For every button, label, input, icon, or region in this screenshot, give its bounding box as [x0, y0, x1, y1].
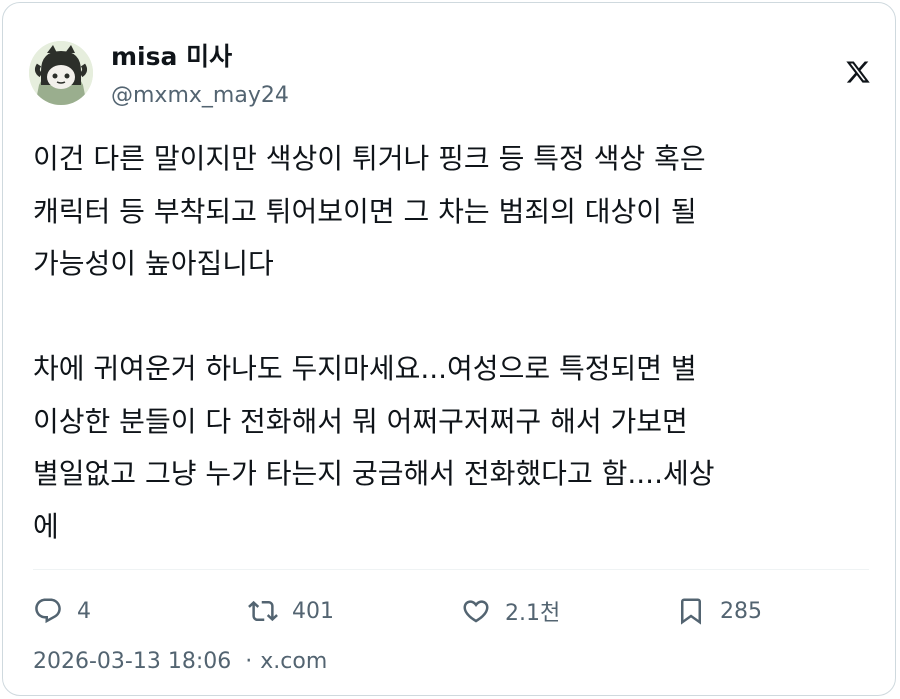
tweet-line: 차에 귀여운거 하나도 두지마세요...여성으로 특정되면 별 — [33, 352, 697, 385]
bookmark-button[interactable]: 285 — [676, 591, 762, 631]
tweet-paragraph: 이건 다른 말이지만 색상이 튀거나 핑크 등 특정 색상 혹은 캐릭터 등 부… — [33, 133, 878, 291]
user-handle[interactable]: @mxmx_may24 — [111, 82, 289, 110]
tweet-line: 캐릭터 등 부착되고 튀어보이면 그 차는 범죄의 대상이 될 — [33, 194, 697, 228]
avatar-cartoon-icon — [29, 41, 93, 105]
reply-icon — [35, 598, 61, 624]
tweet-meta: 2026-03-13 18:06 · x.com — [33, 647, 327, 677]
x-logo-icon[interactable] — [845, 59, 871, 85]
divider — [33, 569, 869, 570]
tweet-paragraph: 차에 귀여운거 하나도 두지마세요...여성으로 특정되면 별 이상한 분들이 … — [33, 343, 878, 553]
tweet-line: 이건 다른 말이지만 색상이 튀거나 핑크 등 특정 색상 혹은 — [33, 142, 706, 175]
bookmark-count: 285 — [720, 598, 762, 624]
like-button[interactable]: 2.1천 — [461, 591, 560, 631]
tweet-line: 이상한 분들이 다 전화해서 뭐 어쩌구저쩌구 해서 가보면 — [33, 404, 688, 438]
display-name[interactable]: misa 미사 — [111, 41, 232, 73]
tweet-line: 별일없고 그냥 누가 타는지 궁금해서 전화했다고 함....세상 — [33, 457, 715, 490]
heart-icon — [463, 600, 489, 623]
tweet-line: 에 — [33, 509, 59, 543]
reply-button[interactable]: 4 — [33, 591, 91, 631]
like-count: 2.1천 — [505, 601, 561, 626]
repost-button[interactable]: 401 — [248, 591, 334, 631]
source-link[interactable]: x.com — [260, 649, 327, 674]
timestamp[interactable]: 2026-03-13 18:06 — [33, 649, 231, 674]
bookmark-icon — [681, 598, 701, 625]
tweet-card: misa 미사 @mxmx_may24 이건 다른 말이지만 색상이 튀거나 핑… — [2, 2, 896, 696]
repost-count: 401 — [292, 598, 334, 624]
meta-separator: · — [245, 649, 253, 674]
tweet-text: 이건 다른 말이지만 색상이 튀거나 핑크 등 특정 색상 혹은 캐릭터 등 부… — [33, 133, 878, 553]
reply-count: 4 — [77, 598, 91, 624]
repost-icon — [248, 600, 278, 622]
tweet-line: 가능성이 높아집니다 — [33, 247, 274, 280]
avatar[interactable] — [29, 41, 93, 105]
